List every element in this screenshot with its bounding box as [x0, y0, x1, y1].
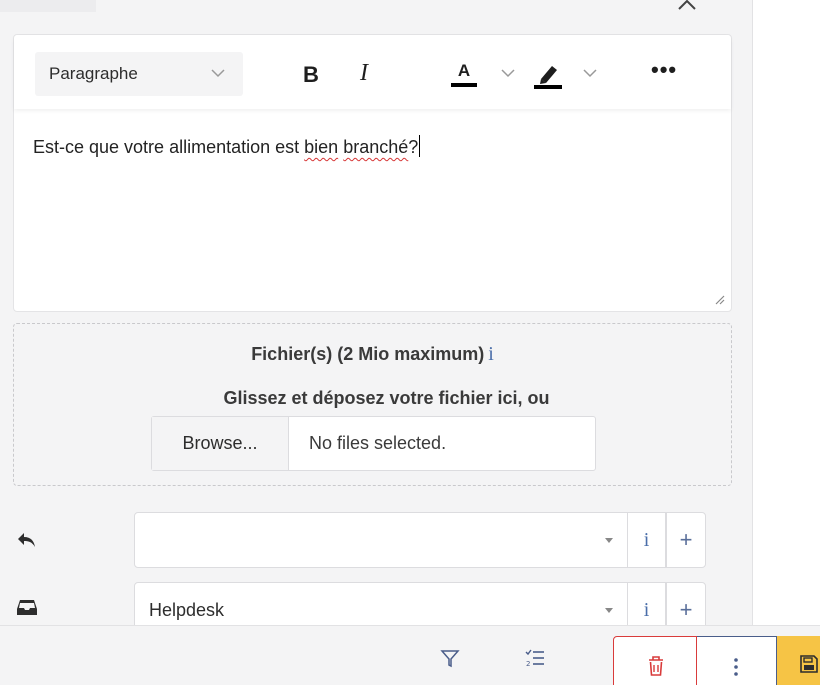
font-color-button[interactable]: A — [451, 61, 477, 87]
checklist-icon[interactable]: 2 — [525, 648, 545, 668]
more-options-button[interactable]: ••• — [651, 57, 677, 83]
editor-text: ? — [408, 137, 419, 157]
panel-border — [752, 0, 753, 625]
delete-button[interactable] — [613, 636, 697, 685]
filter-icon[interactable] — [440, 648, 460, 668]
font-color-icon: A — [457, 61, 471, 80]
chevron-down-icon[interactable] — [583, 68, 597, 78]
file-input[interactable]: Browse... No files selected. — [151, 416, 596, 471]
caret-down-icon — [605, 538, 613, 543]
save-button[interactable] — [777, 636, 820, 685]
reply-dropdown[interactable] — [134, 512, 628, 568]
dropzone-title-text: Fichier(s) (2 Mio maximum) — [251, 344, 485, 364]
font-color-swatch — [451, 83, 477, 87]
inbox-icon — [17, 600, 37, 615]
kebab-icon — [734, 658, 738, 676]
add-button[interactable]: + — [666, 512, 706, 568]
reply-icon — [18, 533, 35, 547]
chevron-down-icon — [211, 69, 225, 78]
editor-toolbar: Paragraphe B I A ••• — [14, 35, 731, 109]
trash-icon — [649, 656, 663, 676]
chevron-down-icon[interactable] — [501, 68, 515, 78]
paragraph-style-dropdown[interactable]: Paragraphe — [35, 52, 243, 96]
spelling-error: bien — [304, 137, 339, 157]
field-row-reply: i + — [0, 512, 752, 568]
rich-text-editor: Paragraphe B I A ••• Est-ce que votre al… — [13, 34, 732, 312]
caret-down-icon — [605, 608, 613, 613]
info-icon[interactable]: i — [488, 343, 494, 365]
info-button[interactable]: i — [628, 512, 666, 568]
editor-content[interactable]: Est-ce que votre allimentation est bien … — [33, 135, 421, 158]
save-icon — [800, 655, 818, 673]
form-panel: Paragraphe B I A ••• Est-ce que votre al… — [0, 0, 752, 685]
browse-button[interactable]: Browse... — [152, 417, 289, 470]
paragraph-style-label: Paragraphe — [49, 64, 138, 83]
spelling-error: branché — [343, 137, 409, 157]
panel-tab[interactable] — [0, 0, 96, 12]
svg-text:2: 2 — [526, 660, 530, 668]
dropzone-instructions: Glissez et déposez votre fichier ici, ou — [223, 388, 550, 408]
resize-handle-icon[interactable] — [713, 293, 725, 305]
file-status: No files selected. — [309, 433, 447, 453]
text-caret — [419, 135, 421, 157]
chevron-up-icon[interactable] — [676, 0, 698, 14]
highlighter-icon[interactable] — [533, 61, 563, 89]
italic-button[interactable]: I — [360, 60, 368, 87]
dropzone-title: Fichier(s) (2 Mio maximum) i — [14, 343, 731, 366]
bold-button[interactable]: B — [303, 62, 319, 88]
more-actions-button[interactable] — [697, 636, 777, 685]
file-dropzone[interactable]: Fichier(s) (2 Mio maximum) i Glissez et d… — [13, 323, 732, 486]
editor-text: Est-ce que votre allimentation est — [33, 137, 305, 157]
action-bar: 2 — [0, 625, 820, 685]
dropdown-value: Helpdesk — [149, 599, 225, 620]
